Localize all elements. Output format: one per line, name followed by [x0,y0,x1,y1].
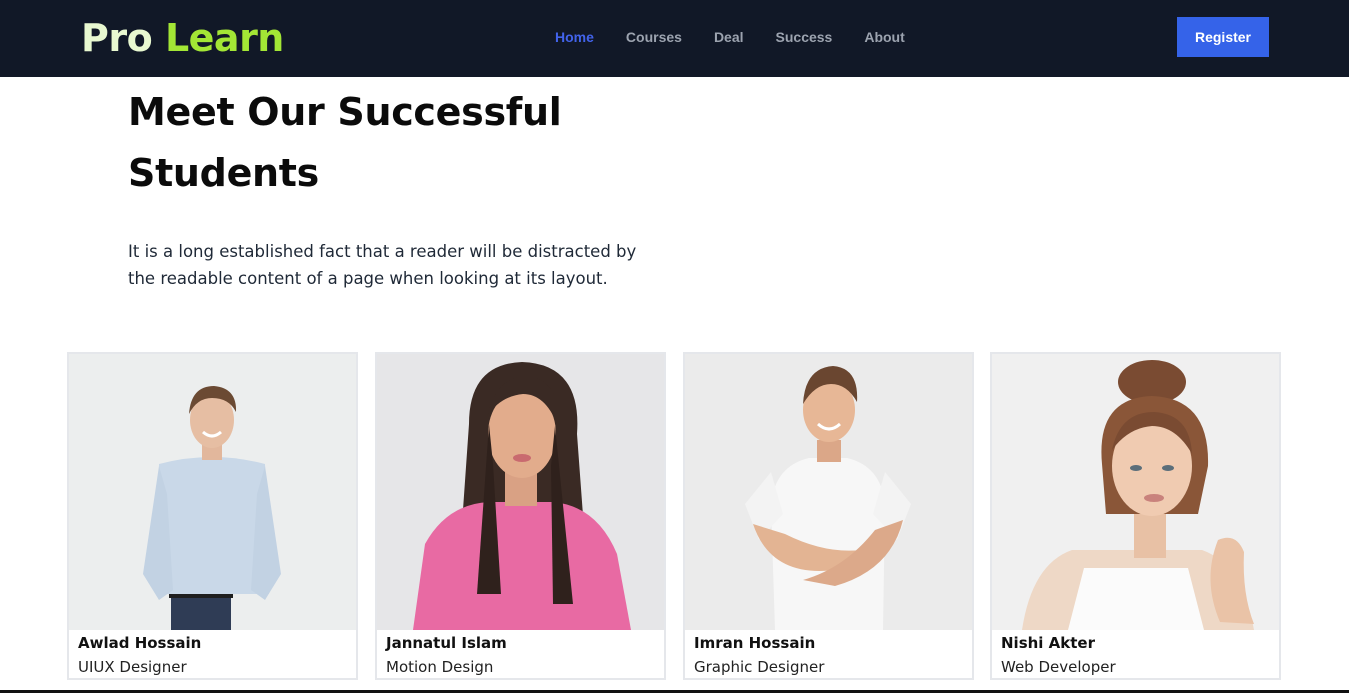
student-name: Imran Hossain [694,634,816,652]
student-name: Nishi Akter [1001,634,1095,652]
nav-link-deal[interactable]: Deal [714,28,744,46]
nav-link-home[interactable]: Home [555,28,594,46]
student-role: Web Developer [1001,658,1116,676]
page-title-line-1: Meet Our Successful [128,90,562,134]
student-card[interactable]: Jannatul Islam Motion Design [375,352,666,680]
page-title-line-2: Students [128,151,319,195]
register-button[interactable]: Register [1177,17,1269,57]
nav-link-about[interactable]: About [864,28,904,46]
brand-logo[interactable]: Pro Learn [81,14,284,62]
student-role: UIUX Designer [78,658,187,676]
student-card[interactable]: Imran Hossain Graphic Designer [683,352,974,680]
intro-text: It is a long established fact that a rea… [128,242,637,288]
brand-name-second: Learn [164,16,284,60]
student-photo [992,354,1279,630]
student-card[interactable]: Nishi Akter Web Developer [990,352,1281,680]
student-role: Graphic Designer [694,658,825,676]
nav-link-success[interactable]: Success [776,28,833,46]
student-photo [377,354,664,630]
student-photo [685,354,972,630]
student-card[interactable]: Awlad Hossain UIUX Designer [67,352,358,680]
main-nav: Home Courses Deal Success About [555,28,937,46]
student-role: Motion Design [386,658,494,676]
student-photo [69,354,356,630]
student-name: Awlad Hossain [78,634,202,652]
page-title: Meet Our Successful Students [128,82,648,204]
student-name: Jannatul Islam [386,634,507,652]
navbar: Pro Learn Home Courses Deal Success Abou… [0,0,1349,77]
brand-name-first: Pro [81,16,153,60]
nav-link-courses[interactable]: Courses [626,28,682,46]
